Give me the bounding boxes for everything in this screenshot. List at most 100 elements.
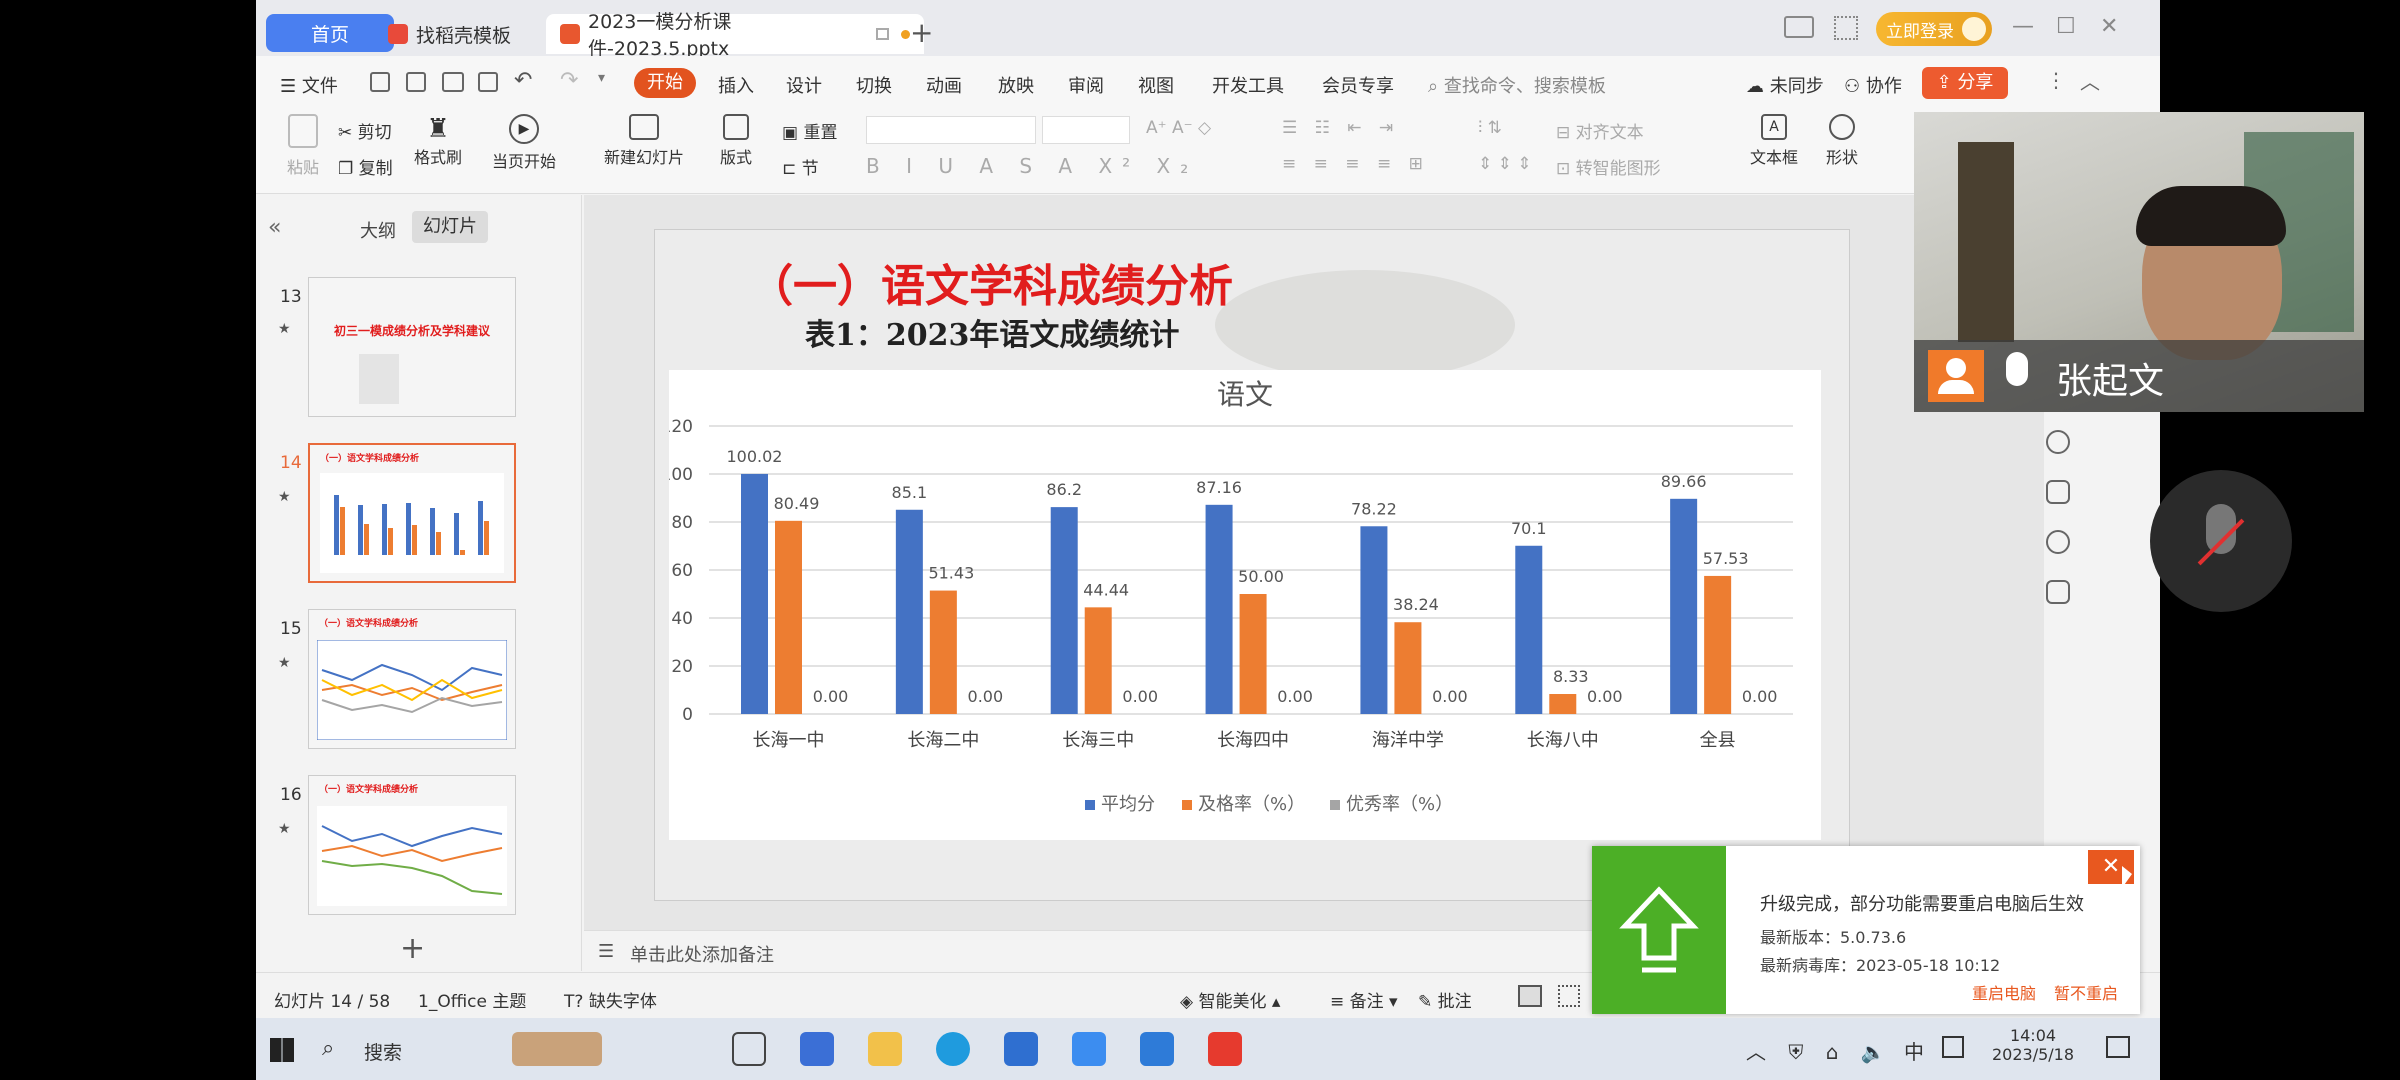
meeting-app-icon[interactable]	[1140, 1032, 1174, 1066]
restart-later-link[interactable]: 暂不重启	[2054, 980, 2118, 1004]
wps-office-icon[interactable]	[1208, 1032, 1242, 1066]
beautify-button[interactable]: ◈ 智能美化 ▴	[1180, 987, 1280, 1012]
data-label: 86.2	[1046, 480, 1082, 499]
line-spacing-buttons[interactable]: ⇕ ⇕ ⇕	[1478, 154, 1532, 174]
apps-grid-icon[interactable]	[1834, 16, 1858, 40]
slide-thumbnail-panel: « 大纲 幻灯片 13 ★ 初三一模成绩分析及学科建议 14 ★ （一）语文学科…	[256, 195, 582, 971]
slide[interactable]: （一）语文学科成绩分析 表1：2023年语文成绩统计 语文 0 20 40 60 80 10…	[654, 229, 1850, 901]
reset-button[interactable]: ▣ 重置	[782, 118, 837, 143]
section-button[interactable]: ⊏ 节	[782, 154, 819, 179]
thumb-slide-14[interactable]: （一）语文学科成绩分析	[308, 443, 516, 583]
export-pdf-icon[interactable]	[406, 72, 426, 92]
list-buttons[interactable]: ☰ ☷ ⇤ ⇥	[1282, 118, 1399, 138]
collapse-panel-icon[interactable]: «	[268, 215, 281, 240]
tab-document[interactable]: 2023一模分析课件-2023.5.pptx	[546, 11, 924, 60]
edge-browser-icon[interactable]	[936, 1032, 970, 1066]
text-direction-buttons[interactable]: ⫶ ⇅	[1478, 118, 1502, 138]
system-tray-icons[interactable]: ︿ ⛨ ⌂ 🔈	[1746, 1036, 1894, 1065]
slide-title[interactable]: （一）语文学科成绩分析	[749, 250, 1233, 314]
textbox-button[interactable]: A 文本框	[1750, 114, 1798, 168]
quick-access-dropdown-icon[interactable]: ▾	[598, 70, 605, 86]
copy-button[interactable]: ❐ 复制	[338, 154, 393, 179]
align-text-button[interactable]: ⊟ 对齐文本	[1556, 118, 1644, 143]
from-current-slide-button[interactable]: ▶ 当页开始	[492, 114, 556, 172]
new-tab-button[interactable]: +	[910, 16, 933, 49]
add-slide-button[interactable]: +	[400, 931, 425, 966]
mute-button[interactable]	[2150, 470, 2292, 612]
menu-design[interactable]: 设计	[786, 72, 822, 98]
login-button[interactable]: 立即登录	[1876, 12, 1992, 46]
layout-button[interactable]: 版式	[720, 114, 752, 168]
menu-devtools[interactable]: 开发工具	[1212, 72, 1284, 98]
minimize-button[interactable]: —	[2012, 14, 2034, 39]
thumb-slide-16[interactable]: （一）语文学科成绩分析	[308, 775, 516, 915]
menu-insert[interactable]: 插入	[718, 72, 754, 98]
slide-subtitle[interactable]: 表1：2023年语文成绩统计	[805, 310, 1179, 354]
thumb-slide-15[interactable]: （一）语文学科成绩分析	[308, 609, 516, 749]
collapse-ribbon-icon[interactable]: ︿	[2080, 66, 2100, 95]
menu-transition[interactable]: 切换	[856, 72, 892, 98]
print-icon[interactable]	[442, 72, 464, 92]
file-menu[interactable]: ☰ 文件	[280, 72, 338, 98]
smart-shape-button[interactable]: ⊡ 转智能图形	[1556, 154, 1661, 179]
tab-templates[interactable]: 找稻壳模板	[374, 14, 544, 54]
menu-review[interactable]: 审阅	[1068, 72, 1104, 98]
paste-button[interactable]: 粘贴	[278, 114, 328, 178]
notification-center-icon[interactable]	[2106, 1036, 2130, 1058]
font-style-buttons[interactable]: B I U A S A X² X₂	[866, 154, 1198, 178]
undo-icon[interactable]: ↶	[514, 68, 532, 93]
layout-icon[interactable]	[1784, 16, 1814, 38]
paragraph-align-buttons[interactable]: ≡ ≡ ≡ ≡ ⊞	[1282, 154, 1429, 174]
shape-button[interactable]: 形状	[1826, 114, 1858, 168]
sync-status[interactable]: ☁ 未同步	[1746, 72, 1824, 98]
format-painter-button[interactable]: ♜ 格式刷	[414, 114, 462, 168]
sorter-view-icon[interactable]	[1558, 985, 1580, 1007]
print-preview-icon[interactable]	[478, 72, 498, 92]
thumb-slide-13[interactable]: 初三一模成绩分析及学科建议	[308, 277, 516, 417]
comment-button[interactable]: ✎ 批注	[1418, 987, 1472, 1012]
align-text-label: 对齐文本	[1575, 123, 1644, 143]
missing-font-button[interactable]: T? 缺失字体	[564, 987, 657, 1012]
taskbar-search[interactable]: ⌕ 搜索	[312, 1028, 612, 1070]
new-slide-button[interactable]: 新建幻灯片	[604, 114, 684, 168]
ime-indicator[interactable]: 中	[1904, 1036, 1924, 1065]
font-family-select[interactable]	[866, 116, 1036, 144]
save-icon[interactable]	[370, 72, 390, 92]
restart-now-link[interactable]: 重启电脑	[1972, 980, 2036, 1004]
file-explorer-icon[interactable]	[868, 1032, 902, 1066]
windows-start-icon[interactable]	[270, 1038, 294, 1062]
menu-start[interactable]: 开始	[634, 68, 696, 98]
tab-slides[interactable]: 幻灯片	[412, 211, 488, 243]
menu-animation[interactable]: 动画	[926, 72, 962, 98]
cut-button[interactable]: ✂ 剪切	[338, 118, 392, 143]
command-search[interactable]: ⌕ 查找命令、搜索模板	[1428, 72, 1606, 98]
theme-name[interactable]: 1_Office 主题	[418, 987, 526, 1012]
notes-toggle[interactable]: ≡ 备注 ▾	[1330, 987, 1398, 1012]
share-button[interactable]: ⇪ 分享	[1922, 67, 2008, 99]
feishu-icon[interactable]	[1072, 1032, 1106, 1066]
font-size-select[interactable]	[1042, 116, 1130, 144]
keyboard-icon[interactable]	[1942, 1036, 1964, 1058]
menu-view[interactable]: 视图	[1138, 72, 1174, 98]
store-icon[interactable]	[800, 1032, 834, 1066]
tab-outline[interactable]: 大纲	[360, 217, 396, 243]
maximize-button[interactable]: ☐	[2056, 14, 2076, 39]
cube-icon[interactable]	[2046, 580, 2070, 604]
task-view-icon[interactable]	[732, 1032, 766, 1066]
clock[interactable]: 14:04 2023/5/18	[1990, 1026, 2076, 1064]
redo-icon[interactable]: ↷	[560, 68, 578, 93]
more-options-icon[interactable]: ⋮	[2046, 68, 2066, 92]
chart-container[interactable]: 语文 0 20 40 60 80 100 120 100.02 80.49 0.00 长海一中 85.1…	[661, 370, 1821, 840]
animation-pane-icon[interactable]	[2046, 430, 2070, 454]
font-size-buttons[interactable]: A⁺ A⁻ ◇	[1146, 118, 1211, 138]
menu-slideshow[interactable]: 放映	[998, 72, 1034, 98]
y-tick-label: 120	[669, 417, 693, 437]
normal-view-icon[interactable]	[1518, 985, 1542, 1007]
help-icon[interactable]	[2046, 530, 2070, 554]
close-window-button[interactable]: ✕	[2100, 14, 2118, 39]
collab-button[interactable]: ⚇ 协作	[1844, 72, 1902, 98]
menu-member[interactable]: 会员专享	[1322, 72, 1394, 98]
book-icon[interactable]	[2046, 480, 2070, 504]
mail-icon[interactable]	[1004, 1032, 1038, 1066]
data-label: 85.1	[892, 483, 928, 502]
